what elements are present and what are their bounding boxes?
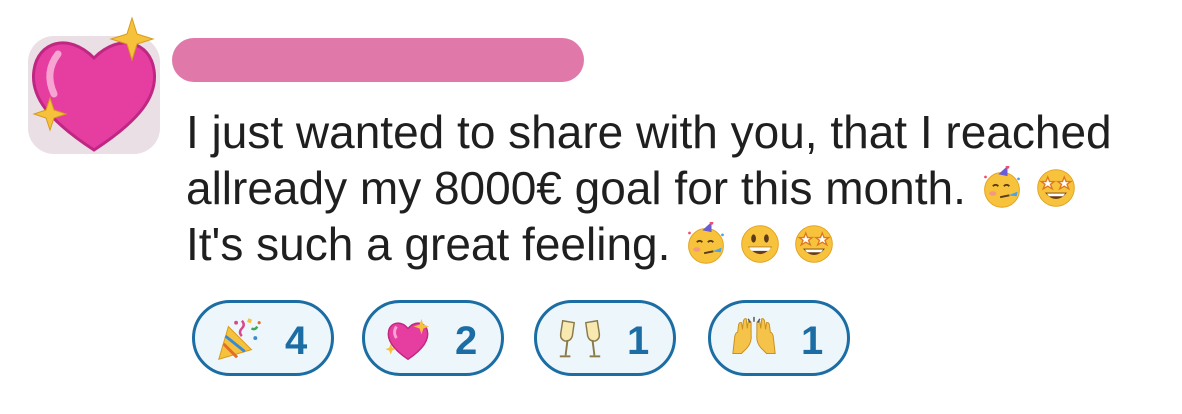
raising-hands-icon xyxy=(729,315,779,365)
message-text: It's such a great feeling. xyxy=(186,218,671,270)
message-text: allready my 8000€ goal for this month. xyxy=(186,162,966,214)
reaction-raising-hands-button[interactable]: 1 xyxy=(708,300,850,376)
message-text: I just wanted to share with you, that I … xyxy=(186,106,1112,158)
grinning-face-emoji xyxy=(738,222,782,266)
message-line-2: allready my 8000€ goal for this month. xyxy=(186,160,1166,216)
message-body: I just wanted to share with you, that I … xyxy=(186,104,1166,272)
reaction-count: 1 xyxy=(627,319,650,363)
party-popper-icon xyxy=(213,315,263,365)
clinking-glasses-icon xyxy=(555,315,605,365)
reaction-party-popper-button[interactable]: 4 xyxy=(192,300,334,376)
partying-face-emoji xyxy=(684,222,728,266)
sparkling-heart-avatar-icon xyxy=(31,16,157,152)
reaction-count: 1 xyxy=(801,319,824,363)
star-struck-emoji xyxy=(792,222,836,266)
reaction-clinking-glasses-button[interactable]: 1 xyxy=(534,300,676,376)
partying-face-emoji xyxy=(980,166,1024,210)
reaction-count: 2 xyxy=(455,319,478,363)
reaction-count: 4 xyxy=(285,319,308,363)
sparkling-heart-icon xyxy=(383,315,433,365)
reaction-sparkling-heart-button[interactable]: 2 xyxy=(362,300,504,376)
star-struck-emoji xyxy=(1034,166,1078,210)
message-line-3: It's such a great feeling. xyxy=(186,216,1166,272)
avatar[interactable] xyxy=(28,14,160,154)
message-line-1: I just wanted to share with you, that I … xyxy=(186,104,1166,160)
sender-name-redacted xyxy=(172,38,584,82)
